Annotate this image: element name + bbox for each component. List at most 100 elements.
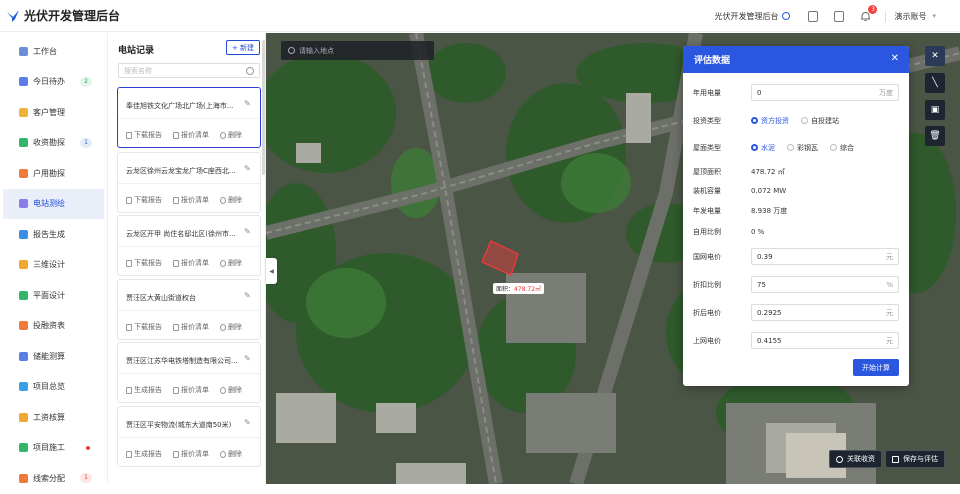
collapse-panel-button[interactable]: ◀ bbox=[266, 258, 277, 284]
delete-button[interactable]: 删除 bbox=[220, 449, 242, 459]
sidebar-item-label: 平面设计 bbox=[33, 290, 65, 300]
bell-icon[interactable]: 3 bbox=[860, 4, 878, 22]
sidebar-item-label: 电站测绘 bbox=[33, 199, 65, 209]
new-record-button[interactable]: + 新建 bbox=[226, 40, 260, 55]
annual-gen-value: 8.938 万度 bbox=[751, 206, 788, 215]
card-divider bbox=[118, 118, 260, 119]
edit-icon[interactable]: ✎ bbox=[244, 100, 252, 108]
edit-icon[interactable]: ✎ bbox=[244, 165, 252, 173]
invest-type-option-1[interactable]: 自投建站 bbox=[801, 116, 839, 126]
bird-logo-icon bbox=[7, 9, 19, 22]
sidebar-item-0[interactable]: 工作台 bbox=[3, 36, 104, 67]
nav-icon bbox=[19, 473, 28, 483]
quote-list-button[interactable]: 报价清单 bbox=[173, 258, 209, 268]
annual-power-value: 0 bbox=[757, 88, 762, 97]
records-search-input[interactable]: 搜索名称 bbox=[118, 63, 260, 78]
edit-icon[interactable]: ✎ bbox=[244, 292, 252, 300]
sidebar-item-label: 户用勘探 bbox=[33, 168, 65, 178]
system-link[interactable]: 光伏开发管理后台 bbox=[714, 11, 791, 22]
app-logo[interactable]: 光伏开发管理后台 bbox=[0, 7, 150, 24]
area-label-prefix: 面积： bbox=[496, 286, 515, 293]
record-report-button[interactable]: 下载报告 bbox=[126, 130, 162, 140]
grid-price-label: 国网电价 bbox=[693, 252, 721, 261]
annual-gen-row: 年发电量 8.938 万度 bbox=[693, 202, 899, 219]
area-label: 面积：478.72㎡ bbox=[493, 283, 545, 294]
start-calculation-button[interactable]: 开始计算 bbox=[853, 359, 899, 376]
discount-unit: % bbox=[886, 280, 893, 289]
roof-type-option-0[interactable]: 水泥 bbox=[751, 143, 775, 153]
invest-type-option-0[interactable]: 资方投资 bbox=[751, 116, 789, 126]
map-search-input[interactable]: 请输入地点 bbox=[281, 41, 434, 60]
sidebar-item-7[interactable]: 三维设计 bbox=[3, 250, 104, 281]
delete-button[interactable]: 删除 bbox=[220, 322, 242, 332]
sidebar-item-label: 项目总览 bbox=[33, 382, 65, 392]
trash-icon bbox=[220, 259, 226, 267]
map-search-placeholder: 请输入地点 bbox=[299, 46, 334, 55]
sidebar-item-1[interactable]: 今日待办 2 bbox=[3, 67, 104, 98]
save-evaluate-label: 保存与评估 bbox=[903, 455, 938, 463]
sidebar-item-6[interactable]: 报告生成 bbox=[3, 219, 104, 250]
delete-button[interactable]: 删除 bbox=[220, 258, 242, 268]
delete-button[interactable]: 删除 bbox=[220, 195, 242, 205]
search-icon bbox=[288, 47, 295, 54]
nav-icon bbox=[19, 107, 28, 117]
feed-price-input[interactable]: 0.4155 元 bbox=[751, 332, 899, 349]
sidebar-item-13[interactable]: 项目施工 bbox=[3, 433, 104, 464]
polygon-tool-icon[interactable]: ✕ bbox=[925, 46, 945, 66]
roof-type-option-2[interactable]: 综合 bbox=[830, 143, 854, 153]
quote-list-label: 报价清单 bbox=[181, 196, 209, 204]
record-report-button[interactable]: 下载报告 bbox=[126, 322, 162, 332]
sidebar-item-14[interactable]: 线索分配 1 bbox=[3, 463, 104, 494]
save-evaluate-button[interactable]: 保存与评估 bbox=[885, 450, 945, 468]
grid-price-input[interactable]: 0.39 元 bbox=[751, 248, 899, 265]
sidebar-item-3[interactable]: 收资勘探 1 bbox=[3, 128, 104, 159]
record-card[interactable]: 贾汪区大黄山街道权台 ✎ 下载报告 报价清单 删除 bbox=[117, 279, 261, 340]
record-card[interactable]: 奉佳旭铁文化广场北广场(上海市... ✎ 下载报告 报价清单 删除 bbox=[117, 87, 261, 148]
sidebar-item-4[interactable]: 户用勘探 bbox=[3, 158, 104, 189]
records-panel: 电站记录 + 新建 搜索名称 奉佳旭铁文化广场北广场(上海市... ✎ 下载报告 报价… bbox=[108, 33, 266, 484]
sidebar-item-10[interactable]: 储能测算 bbox=[3, 341, 104, 372]
record-report-button[interactable]: 下载报告 bbox=[126, 195, 162, 205]
records-scrollbar[interactable] bbox=[262, 40, 265, 175]
record-card[interactable]: 云龙区开甲 尚住名邸北区(徐州市... ✎ 下载报告 报价清单 删除 bbox=[117, 215, 261, 276]
discount-price-input[interactable]: 0.2925 元 bbox=[751, 304, 899, 321]
sidebar-item-8[interactable]: 平面设计 bbox=[3, 280, 104, 311]
mobile-icon[interactable] bbox=[808, 10, 819, 22]
roof-type-option-1[interactable]: 彩钢瓦 bbox=[787, 143, 818, 153]
sidebar-item-11[interactable]: 项目总览 bbox=[3, 372, 104, 403]
record-card[interactable]: 贾汪区江苏华电铁塔制造有限公司... ✎ 生成报告 报价清单 删除 bbox=[117, 342, 261, 403]
delete-button[interactable]: 删除 bbox=[220, 130, 242, 140]
quote-list-button[interactable]: 报价清单 bbox=[173, 449, 209, 459]
edit-icon[interactable]: ✎ bbox=[244, 419, 252, 427]
sidebar-item-2[interactable]: 客户管理 bbox=[3, 97, 104, 128]
annual-power-label: 年用电量 bbox=[693, 88, 721, 97]
quote-list-button[interactable]: 报价清单 bbox=[173, 385, 209, 395]
annual-power-input[interactable]: 0 万度 bbox=[751, 84, 899, 101]
link-survey-button[interactable]: 关联收资 bbox=[829, 450, 882, 468]
edit-icon[interactable]: ✎ bbox=[244, 355, 252, 363]
user-menu[interactable]: 演示账号 ▾ bbox=[885, 10, 960, 22]
delete-button[interactable]: 删除 bbox=[220, 385, 242, 395]
document-icon[interactable] bbox=[834, 10, 845, 22]
sidebar-item-5[interactable]: 电站测绘 bbox=[3, 188, 104, 219]
sidebar-item-12[interactable]: 工资核算 bbox=[3, 402, 104, 433]
quote-list-button[interactable]: 报价清单 bbox=[173, 195, 209, 205]
quote-list-button[interactable]: 报价清单 bbox=[173, 322, 209, 332]
line-tool-icon[interactable]: ╲ bbox=[925, 73, 945, 93]
roof-area-polygon[interactable] bbox=[481, 240, 519, 276]
trash-icon[interactable]: 🗑 bbox=[925, 126, 945, 146]
sidebar-item-9[interactable]: 投融资表 bbox=[3, 311, 104, 342]
edit-icon[interactable]: ✎ bbox=[244, 228, 252, 236]
record-report-button[interactable]: 生成报告 bbox=[126, 449, 162, 459]
record-report-button[interactable]: 下载报告 bbox=[126, 258, 162, 268]
record-report-button[interactable]: 生成报告 bbox=[126, 385, 162, 395]
record-name: 贾汪区江苏华电铁塔制造有限公司... bbox=[126, 357, 238, 365]
rect-tool-icon[interactable]: ▣ bbox=[925, 100, 945, 120]
nav-icon bbox=[19, 229, 28, 239]
record-card[interactable]: 云龙区徐州云龙宝龙广场C座西北... ✎ 下载报告 报价清单 删除 bbox=[117, 152, 261, 213]
record-card[interactable]: 贾汪区平安物流(城东大道南50米) ✎ 生成报告 报价清单 删除 bbox=[117, 406, 261, 467]
capacity-row: 装机容量 0.072 MW bbox=[693, 182, 899, 199]
close-icon[interactable]: ✕ bbox=[891, 53, 899, 64]
discount-input[interactable]: 75 % bbox=[751, 276, 899, 293]
quote-list-button[interactable]: 报价清单 bbox=[173, 130, 209, 140]
